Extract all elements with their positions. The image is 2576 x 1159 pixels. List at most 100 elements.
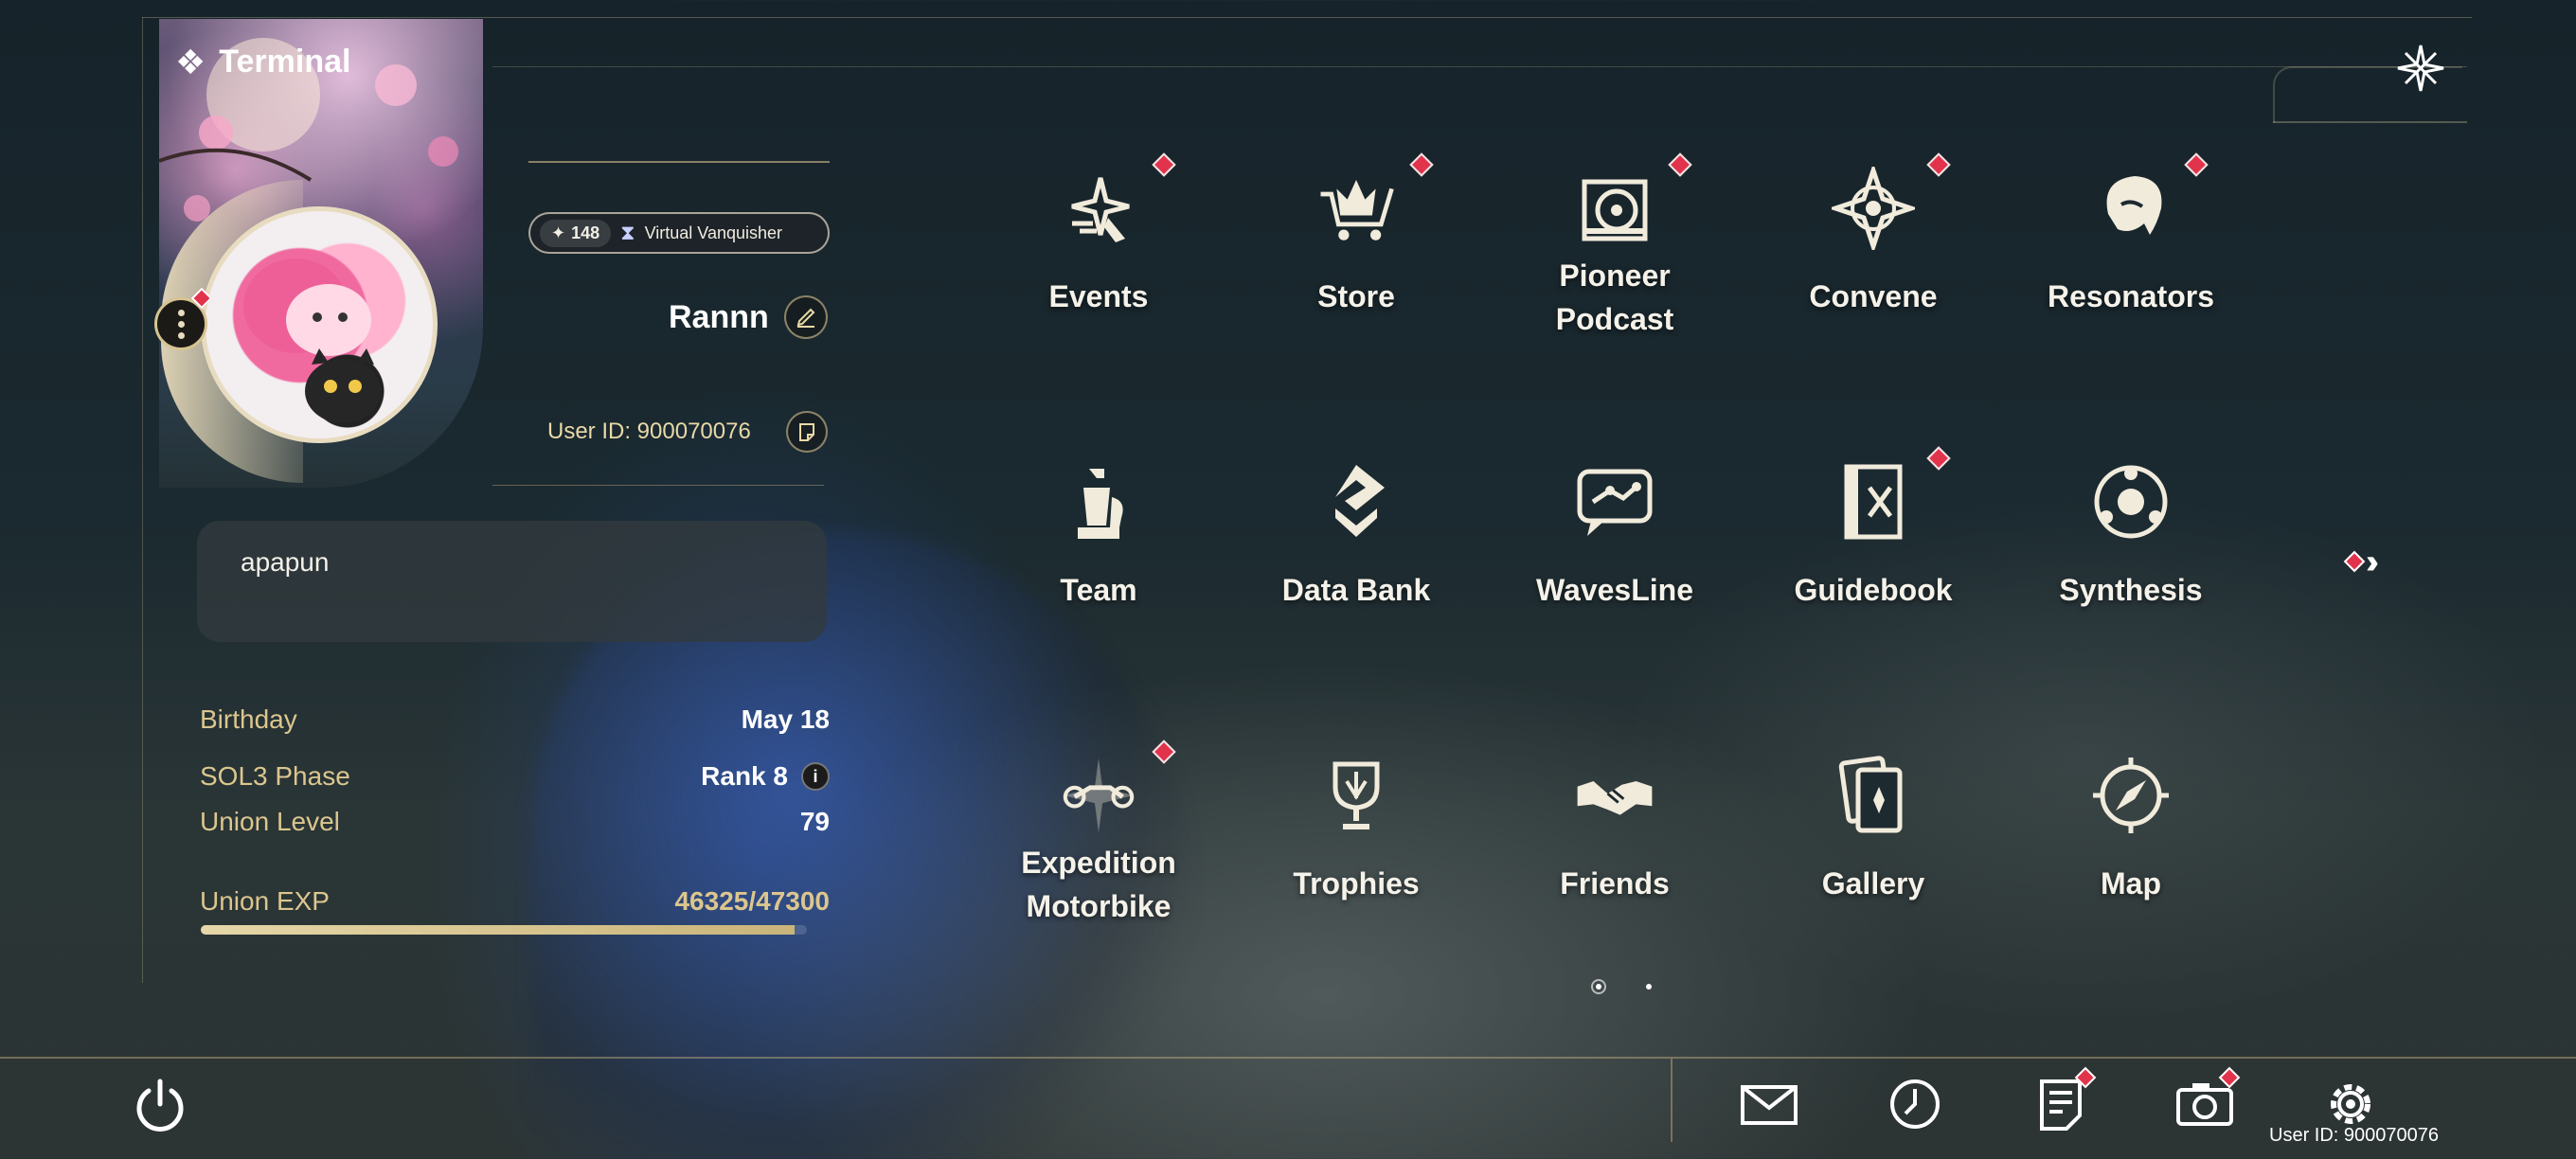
- double-chevron-right-icon: ››: [2366, 542, 2379, 580]
- trophy-icon: [1314, 753, 1399, 838]
- signature-box[interactable]: apapun: [197, 521, 827, 642]
- terminal-diamond-icon: ❖: [175, 42, 206, 81]
- stat-value-group: Rank 8 i: [701, 761, 830, 792]
- window-title: ❖ Terminal: [175, 44, 350, 80]
- notes-button[interactable]: [2030, 1066, 2097, 1132]
- tile-store[interactable]: Store: [1271, 142, 1441, 379]
- info-icon[interactable]: i: [801, 762, 830, 791]
- clock-button[interactable]: [1885, 1076, 1945, 1132]
- feature-grid: Events Store Pioneer Podcast Convene Reso…: [1013, 142, 2214, 985]
- union-exp-fill: [201, 925, 795, 935]
- events-icon: [1056, 166, 1141, 251]
- compass-icon: [2088, 753, 2174, 838]
- tile-label: Resonators: [2047, 279, 2215, 313]
- frame-line: [142, 17, 143, 983]
- bottom-bar-line: [0, 1057, 2576, 1059]
- chess-team-icon: [1056, 459, 1141, 544]
- notification-badge: [1152, 740, 1176, 764]
- close-icon: [2397, 45, 2444, 92]
- copy-id-button[interactable]: [786, 411, 828, 453]
- chat-bubble-icon: [1572, 459, 1657, 544]
- user-id: User ID: 900070076: [547, 419, 751, 444]
- notification-badge: [1668, 152, 1692, 177]
- frame-line: [492, 66, 2467, 67]
- tile-label: Friends: [1560, 866, 1670, 900]
- notification-badge: [2184, 152, 2209, 177]
- tile-map[interactable]: Map: [2046, 729, 2216, 966]
- signature-text: apapun: [241, 547, 330, 577]
- motorbike-icon: [1056, 753, 1141, 838]
- notes-icon: [2040, 1079, 2082, 1131]
- notification-badge: [1152, 152, 1176, 177]
- stat-birthday: Birthday May 18: [200, 704, 830, 735]
- divider: [492, 485, 824, 486]
- level-chip: ✦ 148: [540, 219, 612, 247]
- pagination-dots: [1591, 979, 1652, 994]
- footer-user-id: User ID: 900070076: [2269, 1125, 2440, 1146]
- tile-guidebook[interactable]: Guidebook: [1788, 436, 1959, 672]
- union-exp-bar: [201, 925, 807, 935]
- gallery-cards-icon: [1831, 753, 1916, 838]
- tile-gallery[interactable]: Gallery: [1788, 729, 1959, 966]
- notification-badge: [1409, 152, 1434, 177]
- stat-value: 46325/47300: [674, 886, 830, 916]
- tile-label: Data Bank: [1281, 573, 1431, 607]
- data-bank-icon: [1314, 459, 1399, 544]
- power-button[interactable]: [131, 1076, 189, 1134]
- tile-team[interactable]: Team: [1013, 436, 1184, 672]
- tile-resonators[interactable]: Resonators: [2046, 142, 2216, 379]
- stat-union-exp: Union EXP 46325/47300: [200, 886, 830, 917]
- stat-label: Union Level: [200, 807, 340, 836]
- stat-value: May 18: [741, 704, 830, 734]
- tile-pioneer-podcast[interactable]: Pioneer Podcast: [1530, 142, 1700, 379]
- mail-button[interactable]: [1739, 1076, 1799, 1132]
- sparkle-icon: ✦: [551, 223, 566, 242]
- player-name: Rannn: [669, 299, 769, 335]
- tile-expedition-motorbike[interactable]: Expedition Motorbike: [1013, 729, 1184, 966]
- resonator-portrait-icon: [2088, 166, 2174, 251]
- camera-button[interactable]: [2174, 1066, 2241, 1132]
- tile-wavesline[interactable]: WavesLine: [1530, 436, 1700, 672]
- tile-friends[interactable]: Friends: [1530, 729, 1700, 966]
- tile-label: Convene: [1809, 279, 1938, 313]
- tile-events[interactable]: Events: [1013, 142, 1184, 379]
- tile-synthesis[interactable]: Synthesis: [2046, 436, 2216, 672]
- tile-label: Trophies: [1293, 866, 1420, 900]
- stat-label: Birthday: [200, 704, 297, 734]
- handshake-icon: [1572, 753, 1657, 838]
- close-button[interactable]: [2394, 42, 2447, 95]
- settings-button[interactable]: [2320, 1076, 2381, 1132]
- stat-value: 79: [799, 807, 830, 836]
- avatar[interactable]: [201, 206, 438, 443]
- next-page-button[interactable]: ››: [2343, 542, 2379, 581]
- frame-line: [2273, 121, 2467, 123]
- guidebook-icon: [1831, 459, 1916, 544]
- convene-star-icon: [1831, 166, 1916, 251]
- tile-trophies[interactable]: Trophies: [1271, 729, 1441, 966]
- tile-label: Events: [1048, 279, 1149, 313]
- title-badge-name: Virtual Vanquisher: [644, 223, 783, 242]
- tile-label: Expedition Motorbike: [1021, 846, 1176, 923]
- power-icon: [136, 1079, 184, 1132]
- stat-sol3-phase: SOL3 Phase Rank 8 i: [200, 761, 830, 792]
- frame-line: [142, 17, 2472, 18]
- podcast-record-icon: [1572, 166, 1657, 251]
- page-dot-active[interactable]: [1591, 979, 1606, 994]
- bottom-bar-divider: [1671, 1059, 1673, 1142]
- notification-badge: [2343, 550, 2366, 573]
- pencil-icon: [796, 308, 815, 328]
- tile-label: Gallery: [1821, 866, 1925, 900]
- tile-convene[interactable]: Convene: [1788, 142, 1959, 379]
- tile-label: Synthesis: [2059, 573, 2203, 607]
- divider: [528, 161, 830, 163]
- synthesis-icon: [2088, 459, 2174, 544]
- stat-union-level: Union Level 79: [200, 807, 830, 837]
- tile-data-bank[interactable]: Data Bank: [1271, 436, 1441, 672]
- notification-badge: [1926, 152, 1951, 177]
- clock-icon: [1890, 1079, 1940, 1129]
- tile-label: Pioneer Podcast: [1555, 259, 1674, 336]
- title-badge[interactable]: ✦ 148 ⧗ Virtual Vanquisher: [528, 212, 830, 254]
- page-dot[interactable]: [1646, 984, 1652, 990]
- tile-label: Store: [1317, 279, 1395, 313]
- edit-name-button[interactable]: [784, 295, 828, 339]
